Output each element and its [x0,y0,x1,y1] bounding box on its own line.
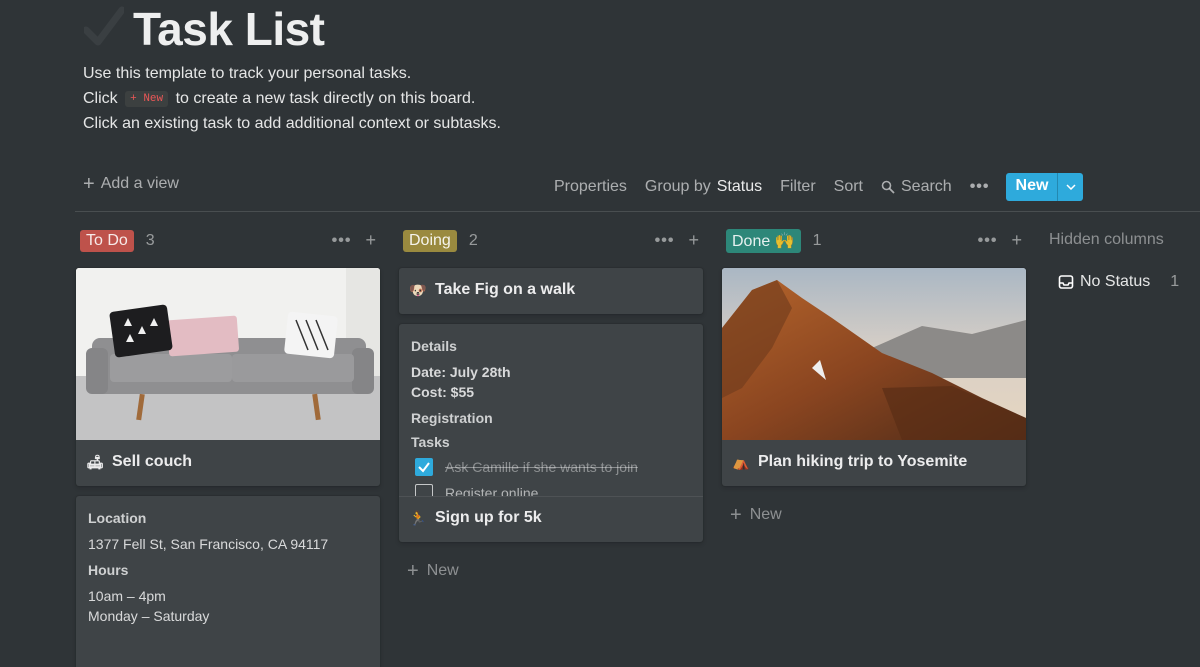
description-line-2: Click + New to create a new task directl… [83,90,476,107]
hidden-column-no-status[interactable]: No Status 1 [1058,273,1179,291]
card-couch-details[interactable]: Location 1377 Fell St, San Francisco, CA… [76,496,380,667]
toolbar-divider [75,211,1200,212]
hours-label: Hours [88,562,129,578]
description-line-1: Use this template to track your personal… [83,65,412,82]
checkbox-checked-icon[interactable] [415,458,433,476]
new-button-label: New [1015,177,1049,194]
column-header-done: Done 🙌 1 ••• + [726,229,1022,253]
task-text: Ask Camille if she wants to join [445,459,638,475]
checkbox-unchecked-icon[interactable] [415,484,433,496]
column-count: 1 [812,232,822,249]
column-more-icon[interactable]: ••• [655,232,675,250]
card-sell-couch[interactable]: 🛋 Sell couch [76,268,380,486]
column-header-doing: Doing 2 ••• + [403,229,699,253]
add-new-card-doing[interactable]: + New [407,560,459,582]
camping-icon: ⛺ [732,454,750,470]
days-value: Monday – Saturday [88,608,210,624]
column-add-icon[interactable]: + [1011,230,1022,251]
column-count: 3 [145,232,155,249]
column-count: 2 [468,232,478,249]
task-item[interactable]: Ask Camille if she wants to join [415,458,691,476]
card-signup-5k[interactable]: Details Date: July 28th Cost: $55 Regist… [399,324,703,542]
cost-value: Cost: $55 [411,384,475,400]
dog-icon: 🐶 [409,282,427,298]
column-add-icon[interactable]: + [688,230,699,251]
inline-code-new: + New [125,91,169,107]
task-text: Register online [445,485,539,496]
properties-button[interactable]: Properties [554,178,627,196]
card-hiking-trip[interactable]: ⛺ Plan hiking trip to Yosemite [722,268,1026,486]
status-tag-doing[interactable]: Doing [403,230,457,252]
hours-value: 10am – 4pm [88,588,166,604]
checkmark-icon [82,4,126,48]
plus-icon: + [83,173,95,195]
card-title: Sign up for 5k [435,509,542,526]
couch-icon: 🛋 [86,454,104,470]
column-header-todo: To Do 3 ••• + [80,229,376,253]
column-more-icon[interactable]: ••• [332,232,352,250]
card-fig-walk[interactable]: 🐶 Take Fig on a walk [399,268,703,314]
toolbar: Properties Group by Status Filter Sort Se… [554,172,1200,202]
card-title: Sell couch [112,453,193,470]
task-item[interactable]: Register online [415,484,691,496]
new-button[interactable]: New [1005,173,1084,201]
status-tag-done[interactable]: Done 🙌 [726,229,801,253]
date-value: Date: July 28th [411,364,511,380]
inbox-icon [1058,275,1074,289]
more-options-button[interactable]: ••• [970,178,990,196]
card-cover-image-mountain [722,268,1026,440]
card-preview: Details Date: July 28th Cost: $55 Regist… [399,324,703,496]
tasks-label: Tasks [411,434,450,450]
column-more-icon[interactable]: ••• [978,232,998,250]
plus-icon: + [407,560,419,582]
add-view-label: Add a view [100,175,179,192]
location-label: Location [88,510,147,526]
runner-icon: 🏃 [409,510,427,526]
registration-label: Registration [411,410,493,426]
card-cover-image-couch [76,268,380,440]
details-label: Details [411,338,457,354]
group-by-button[interactable]: Group by Status [645,178,762,196]
search-button[interactable]: Search [881,178,952,196]
card-title: Take Fig on a walk [435,281,576,298]
filter-button[interactable]: Filter [780,178,816,196]
search-icon [881,180,895,194]
add-view-button[interactable]: + Add a view [83,173,179,195]
add-new-card-done[interactable]: + New [730,504,782,526]
column-add-icon[interactable]: + [365,230,376,251]
sort-button[interactable]: Sort [834,178,863,196]
hidden-columns-label: Hidden columns [1049,231,1164,248]
card-title: Plan hiking trip to Yosemite [758,453,968,470]
card-divider [399,496,703,497]
plus-icon: + [730,504,742,526]
location-value: 1377 Fell St, San Francisco, CA 94117 [88,536,329,552]
status-tag-todo[interactable]: To Do [80,230,134,252]
chevron-down-icon[interactable] [1057,173,1083,201]
description-line-3: Click an existing task to add additional… [83,115,501,132]
page-title: Task List [133,3,325,55]
